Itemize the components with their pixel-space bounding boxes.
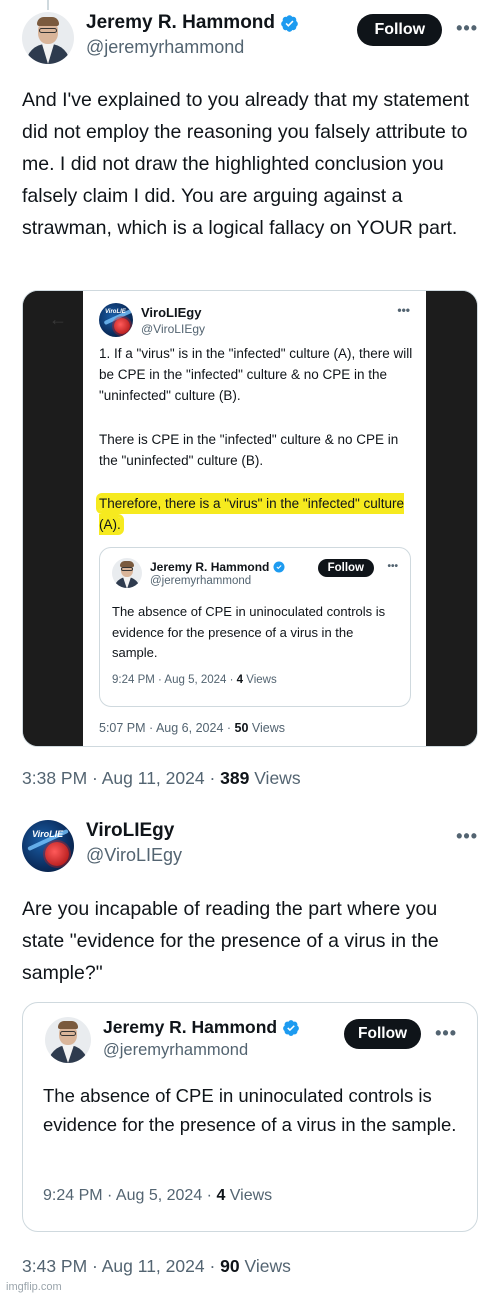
avatar[interactable]: [22, 12, 74, 64]
embedded-tweet-header: ViroLIE ViroLIEgy @ViroLIEgy: [99, 303, 205, 337]
avatar: ViroLIE: [99, 303, 133, 337]
author-name[interactable]: ViroLIEgy: [86, 820, 174, 842]
verified-badge-icon: [281, 14, 298, 32]
quote-author-name: Jeremy R. Hammond: [103, 1017, 278, 1037]
highlighted-conclusion: Therefore, there is a "virus" in the "in…: [99, 496, 405, 532]
quote-timestamp: 9:24 PM · Aug 5, 2024 · 4 Views: [43, 1187, 273, 1204]
more-options-icon[interactable]: •••: [456, 18, 478, 39]
tweet1-text: And I've explained to you already that m…: [22, 89, 470, 239]
quote-text: The absence of CPE in uninoculated contr…: [112, 604, 386, 660]
tweet2-timestamp[interactable]: 3:43 PM · Aug 11, 2024 · 90 Views: [22, 1256, 291, 1277]
quote-follow-button[interactable]: Follow: [344, 1019, 422, 1049]
embedded-author-handle: @ViroLIEgy: [141, 321, 205, 336]
follow-button[interactable]: Follow: [357, 14, 443, 46]
embedded-timestamp: 5:07 PM · Aug 6, 2024 · 50 Views: [99, 721, 285, 735]
quote-text: The absence of CPE in uninoculated contr…: [43, 1085, 457, 1135]
quote-author-handle: @jeremyrhammond: [150, 574, 252, 587]
tweet1-author: Jeremy R. Hammond @jeremyrhammond: [86, 12, 357, 58]
image-background-right: [425, 291, 477, 746]
embedded-conclusion-highlighted: Therefore, there is a "virus" in the "in…: [99, 493, 413, 535]
quote-header: Jeremy R. Hammond @jeremyrhammond Follow…: [45, 1017, 457, 1063]
avatar: [112, 558, 142, 588]
embedded-quote-tweet: Jeremy R. Hammond @jeremyrhammond Follow…: [99, 547, 411, 707]
embedded-tweet: ViroLIE ViroLIEgy @ViroLIEgy ••• 1. If a…: [83, 291, 426, 746]
embedded-premise-2: There is CPE in the "infected" culture &…: [99, 432, 399, 468]
ghost-back-arrow-icon: ←: [49, 309, 67, 329]
verified-badge-icon: [283, 1019, 299, 1036]
avatar[interactable]: ViroLIE: [22, 820, 74, 872]
quote-author-handle: @jeremyrhammond: [103, 1041, 249, 1059]
tweet1-timestamp[interactable]: 3:38 PM · Aug 11, 2024 · 389 Views: [22, 768, 301, 789]
more-options-icon[interactable]: •••: [456, 826, 478, 847]
quote-author-name: Jeremy R. Hammond: [150, 559, 270, 574]
embedded-more-icon: •••: [397, 303, 410, 317]
author-handle[interactable]: @jeremyrhammond: [86, 37, 357, 58]
author-name[interactable]: Jeremy R. Hammond: [86, 12, 275, 34]
tweet2-header: ViroLIE ViroLIEgy @ViroLIEgy •••: [22, 820, 478, 872]
verified-badge-icon: [273, 561, 285, 572]
author-handle[interactable]: @ViroLIEgy: [86, 845, 442, 866]
thread-connector: [47, 0, 49, 10]
watermark: imgflip.com: [6, 1281, 62, 1293]
quote-more-icon: •••: [387, 561, 398, 572]
image-background-left: ←: [23, 291, 83, 746]
view-count: 389: [220, 768, 250, 788]
quote-more-icon[interactable]: •••: [435, 1023, 457, 1044]
tweet1-attached-image[interactable]: ← ViroLIE ViroLIEgy @ViroLIEgy ••• 1. If…: [22, 290, 478, 747]
tweet2-text: Are you incapable of reading the part wh…: [22, 898, 439, 984]
avatar: [45, 1017, 91, 1063]
tweet2-quote-tweet[interactable]: Jeremy R. Hammond @jeremyrhammond Follow…: [22, 1002, 478, 1232]
quote-follow-button: Follow: [317, 559, 374, 577]
embedded-author-name: ViroLIEgy: [141, 304, 202, 320]
embedded-premise-1: 1. If a "virus" is in the "infected" cul…: [99, 346, 413, 403]
view-count: 90: [220, 1256, 240, 1276]
tweet1-header: Jeremy R. Hammond @jeremyrhammond Follow…: [22, 12, 478, 64]
quote-timestamp: 9:24 PM · Aug 5, 2024 · 4 Views: [112, 674, 277, 686]
